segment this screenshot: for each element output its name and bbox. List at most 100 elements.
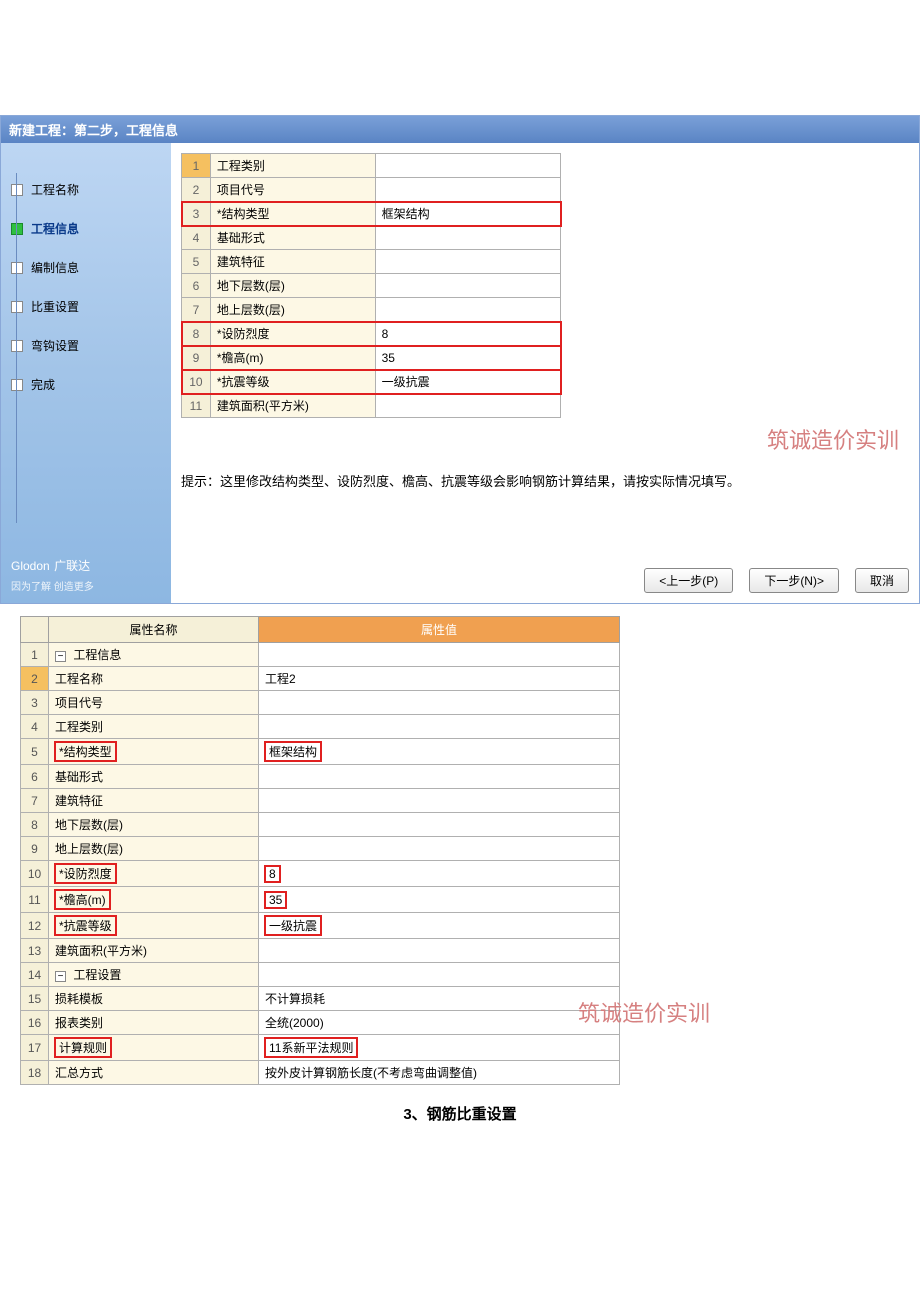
watermark: 筑诚造价实训 [578, 996, 710, 1028]
collapse-icon[interactable]: − [55, 651, 66, 662]
grid-row[interactable]: 1− 工程信息 [21, 643, 620, 667]
grid-row[interactable]: 17计算规则11系新平法规则 [21, 1035, 620, 1061]
wizard-step-item[interactable]: 编制信息 [1, 255, 171, 280]
row-number: 5 [182, 250, 211, 274]
cancel-button[interactable]: 取消 [855, 568, 909, 593]
grid-row[interactable]: 11建筑面积(平方米) [182, 394, 561, 418]
grid-row[interactable]: 6基础形式 [21, 765, 620, 789]
grid-row[interactable]: 10*设防烈度8 [21, 861, 620, 887]
property-value[interactable]: 按外皮计算钢筋长度(不考虑弯曲调整值) [259, 1061, 620, 1085]
grid-row[interactable]: 10*抗震等级一级抗震 [182, 370, 561, 394]
property-value[interactable] [259, 789, 620, 813]
grid-row[interactable]: 1工程类别 [182, 154, 561, 178]
property-value[interactable]: 8 [259, 861, 620, 887]
grid-row[interactable]: 4基础形式 [182, 226, 561, 250]
grid-row[interactable]: 13建筑面积(平方米) [21, 939, 620, 963]
row-number: 11 [182, 394, 211, 418]
grid-row[interactable]: 9*檐高(m)35 [182, 346, 561, 370]
property-value[interactable]: 11系新平法规则 [259, 1035, 620, 1061]
step-marker-icon [11, 340, 23, 352]
project-info-grid[interactable]: 1工程类别2项目代号3*结构类型框架结构4基础形式5建筑特征6地下层数(层)7地… [181, 153, 561, 418]
grid-row[interactable]: 14− 工程设置 [21, 963, 620, 987]
wizard-step-item[interactable]: 弯钩设置 [1, 333, 171, 358]
new-project-dialog: 新建工程：第二步，工程信息 工程名称工程信息编制信息比重设置弯钩设置完成 Glo… [0, 115, 920, 604]
prev-button[interactable]: <上一步(P) [644, 568, 733, 593]
grid-row[interactable]: 5*结构类型框架结构 [21, 739, 620, 765]
property-value[interactable] [375, 250, 560, 274]
property-value[interactable]: 全统(2000) [259, 1011, 620, 1035]
step-marker-icon [11, 379, 23, 391]
property-value[interactable] [259, 691, 620, 715]
property-value[interactable]: 一级抗震 [259, 913, 620, 939]
row-number: 10 [21, 861, 49, 887]
grid-row[interactable]: 11*檐高(m)35 [21, 887, 620, 913]
wizard-step-item[interactable]: 工程信息 [1, 216, 171, 241]
row-number: 12 [21, 913, 49, 939]
property-value[interactable] [375, 178, 560, 202]
grid-row[interactable]: 16报表类别全统(2000) [21, 1011, 620, 1035]
property-value[interactable] [259, 963, 620, 987]
property-value[interactable]: 8 [375, 322, 560, 346]
property-label: 地上层数(层) [210, 298, 375, 322]
property-value[interactable]: 35 [375, 346, 560, 370]
grid-row[interactable]: 4工程类别 [21, 715, 620, 739]
col-property-name: 属性名称 [49, 617, 259, 643]
grid-row[interactable]: 9地上层数(层) [21, 837, 620, 861]
grid-row[interactable]: 8地下层数(层) [21, 813, 620, 837]
row-number: 6 [21, 765, 49, 789]
property-value[interactable] [259, 813, 620, 837]
property-grid[interactable]: 属性名称 属性值 1− 工程信息2工程名称工程23项目代号4工程类别5*结构类型… [20, 616, 620, 1085]
property-value[interactable] [259, 939, 620, 963]
grid-row[interactable]: 3项目代号 [21, 691, 620, 715]
grid-row[interactable]: 7地上层数(层) [182, 298, 561, 322]
grid-row[interactable]: 2工程名称工程2 [21, 667, 620, 691]
grid-row[interactable]: 15损耗模板不计算损耗 [21, 987, 620, 1011]
property-value[interactable]: 35 [259, 887, 620, 913]
row-number: 4 [21, 715, 49, 739]
dialog-title: 新建工程：第二步，工程信息 [1, 116, 919, 143]
step-label: 比重设置 [31, 298, 79, 315]
step-marker-icon [11, 301, 23, 313]
wizard-step-item[interactable]: 比重设置 [1, 294, 171, 319]
property-value[interactable]: 框架结构 [375, 202, 560, 226]
grid-row[interactable]: 7建筑特征 [21, 789, 620, 813]
property-value[interactable] [375, 298, 560, 322]
grid-row[interactable]: 8*设防烈度8 [182, 322, 561, 346]
grid-row[interactable]: 2项目代号 [182, 178, 561, 202]
row-number: 4 [182, 226, 211, 250]
property-value[interactable] [259, 715, 620, 739]
corner-cell [21, 617, 49, 643]
property-label: 地下层数(层) [49, 813, 259, 837]
property-value[interactable] [259, 837, 620, 861]
property-value[interactable]: 框架结构 [259, 739, 620, 765]
property-value[interactable] [375, 226, 560, 250]
property-value[interactable] [259, 643, 620, 667]
grid-row[interactable]: 18汇总方式按外皮计算钢筋长度(不考虑弯曲调整值) [21, 1061, 620, 1085]
grid-row[interactable]: 6地下层数(层) [182, 274, 561, 298]
grid-row[interactable]: 3*结构类型框架结构 [182, 202, 561, 226]
wizard-step-item[interactable]: 工程名称 [1, 177, 171, 202]
step-label: 工程名称 [31, 181, 79, 198]
property-value[interactable] [259, 765, 620, 789]
property-table-wrap: 属性名称 属性值 1− 工程信息2工程名称工程23项目代号4工程类别5*结构类型… [20, 616, 680, 1085]
property-value[interactable]: 不计算损耗 [259, 987, 620, 1011]
collapse-icon[interactable]: − [55, 971, 66, 982]
property-value[interactable] [375, 154, 560, 178]
property-value[interactable] [375, 394, 560, 418]
row-number: 11 [21, 887, 49, 913]
property-label: 建筑面积(平方米) [210, 394, 375, 418]
property-label: 工程类别 [210, 154, 375, 178]
grid-row[interactable]: 12*抗震等级一级抗震 [21, 913, 620, 939]
next-button[interactable]: 下一步(N)> [749, 568, 839, 593]
property-value[interactable]: 工程2 [259, 667, 620, 691]
property-label: 地上层数(层) [49, 837, 259, 861]
step-marker-icon [11, 223, 23, 235]
watermark: 筑诚造价实训 [767, 423, 899, 455]
wizard-main-panel: 1工程类别2项目代号3*结构类型框架结构4基础形式5建筑特征6地下层数(层)7地… [171, 143, 919, 603]
grid-row[interactable]: 5建筑特征 [182, 250, 561, 274]
property-value[interactable] [375, 274, 560, 298]
hint-text: 提示：这里修改结构类型、设防烈度、檐高、抗震等级会影响钢筋计算结果，请按实际情况… [181, 471, 740, 490]
property-value[interactable]: 一级抗震 [375, 370, 560, 394]
wizard-step-item[interactable]: 完成 [1, 372, 171, 397]
property-label: *檐高(m) [49, 887, 259, 913]
